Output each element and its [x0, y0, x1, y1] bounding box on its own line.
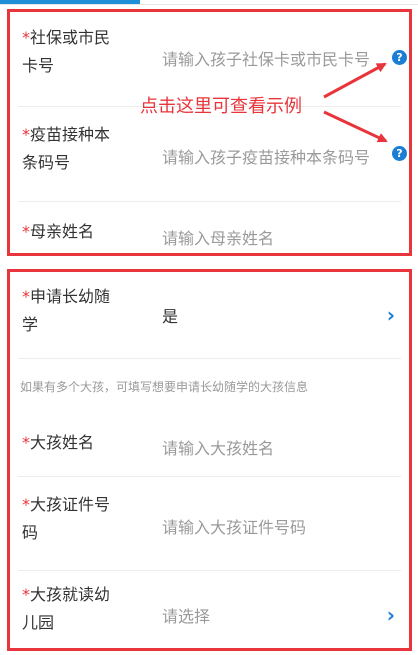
elder-id-row[interactable]: *大孩证件号 码 请输入大孩证件号码 — [10, 477, 409, 570]
required-star: * — [22, 495, 30, 514]
required-star: * — [22, 222, 30, 241]
ssn-input[interactable]: 请输入孩子社保卡或市民卡号 — [162, 46, 370, 70]
vaccine-label-line2: 条码号 — [22, 153, 71, 172]
elder-id-label-line2: 码 — [22, 523, 39, 542]
sibling-apply-label-line2: 学 — [22, 315, 39, 334]
elder-name-label: *大孩姓名 — [22, 429, 94, 457]
sibling-apply-row[interactable]: *申请长幼随 学 是 › — [10, 272, 409, 358]
elder-name-label-text: 大孩姓名 — [30, 433, 95, 452]
vaccine-row[interactable]: *疫苗接种本 条码号 请输入孩子疫苗接种本条码号 ? — [10, 107, 409, 201]
required-star: * — [22, 287, 30, 306]
elder-kinder-label-line1: 大孩就读幼 — [30, 585, 111, 604]
mother-label-text: 母亲姓名 — [30, 222, 95, 241]
sibling-hint-text: 如果有多个大孩，可填写想要申请长幼随学的大孩信息 — [20, 380, 309, 394]
required-star: * — [22, 125, 30, 144]
required-star: * — [22, 433, 30, 452]
sibling-apply-value: 是 — [162, 307, 179, 326]
ssn-label-line1: 社保或市民 — [30, 28, 111, 47]
mother-label: *母亲姓名 — [22, 218, 94, 246]
ssn-label: *社保或市民 卡号 — [22, 24, 110, 80]
sibling-apply-label: *申请长幼随 学 — [22, 283, 110, 339]
ssn-label-line2: 卡号 — [22, 56, 55, 75]
required-star: * — [22, 28, 30, 47]
mother-row[interactable]: *母亲姓名 请输入母亲姓名 — [10, 202, 409, 256]
row-divider — [18, 358, 401, 359]
elder-id-label: *大孩证件号 码 — [22, 491, 110, 547]
sibling-info-section: *申请长幼随 学 是 › 如果有多个大孩，可填写想要申请长幼随学的大孩信息 *大… — [7, 269, 412, 651]
elder-name-row[interactable]: *大孩姓名 请输入大孩姓名 — [10, 412, 409, 476]
annotation-text: 点击这里可查看示例 — [140, 96, 302, 117]
mother-input[interactable]: 请输入母亲姓名 — [162, 225, 274, 249]
vaccine-input[interactable]: 请输入孩子疫苗接种本条码号 — [162, 144, 370, 168]
ssn-help-icon[interactable]: ? — [392, 50, 407, 65]
sibling-apply-label-line1: 申请长幼随 — [30, 287, 111, 306]
vaccine-label-line1: 疫苗接种本 — [30, 125, 111, 144]
tab-bar-divider — [0, 4, 418, 5]
required-star: * — [22, 585, 30, 604]
elder-kinder-row[interactable]: *大孩就读幼 儿园 请选择 › — [10, 571, 409, 649]
elder-id-label-line1: 大孩证件号 — [30, 495, 111, 514]
child-info-section: *社保或市民 卡号 请输入孩子社保卡或市民卡号 ? *疫苗接种本 条码号 请输入… — [7, 9, 412, 256]
elder-kinder-select[interactable]: 请选择 — [162, 603, 210, 627]
vaccine-label: *疫苗接种本 条码号 — [22, 121, 110, 177]
chevron-right-icon[interactable]: › — [387, 605, 395, 625]
elder-kinder-label-line2: 儿园 — [22, 613, 55, 632]
vaccine-help-icon[interactable]: ? — [392, 146, 407, 161]
elder-id-input[interactable]: 请输入大孩证件号码 — [162, 514, 306, 538]
elder-name-input[interactable]: 请输入大孩姓名 — [162, 435, 274, 459]
elder-kinder-label: *大孩就读幼 儿园 — [22, 581, 110, 637]
chevron-right-icon[interactable]: › — [387, 305, 395, 325]
